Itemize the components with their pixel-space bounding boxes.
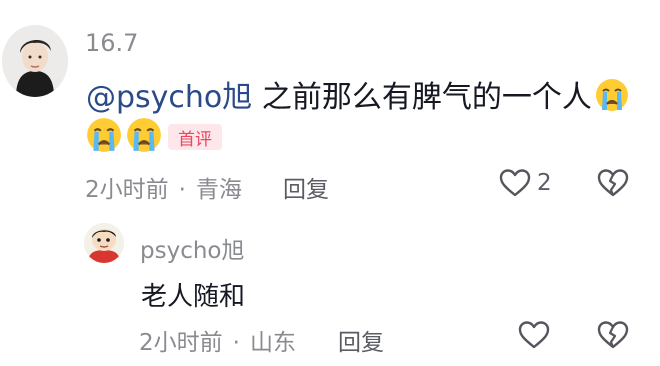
broken-heart-icon[interactable]: [597, 168, 629, 198]
meta-separator: ·: [178, 177, 186, 203]
meta-separator: ·: [232, 330, 240, 356]
comment-meta: 2小时前 · 青海: [85, 170, 242, 204]
crying-face-icon: [85, 116, 123, 154]
reply-avatar[interactable]: [84, 223, 124, 263]
crying-face-icon: [594, 77, 630, 113]
comment-time: 2小时前: [85, 177, 169, 203]
reply-avatar-image: [84, 223, 124, 263]
comment-username[interactable]: 16.7: [85, 29, 138, 57]
broken-heart-icon[interactable]: [597, 320, 629, 350]
avatar-image: [2, 25, 68, 97]
emoji-row: [85, 116, 163, 154]
reply-text: 老人随和: [141, 282, 246, 312]
reply-username[interactable]: psycho旭: [140, 231, 245, 265]
heart-icon[interactable]: [499, 168, 531, 198]
comment-location: 青海: [195, 177, 242, 203]
comment-text: @psycho旭 之前那么有脾气的一个人: [86, 72, 630, 116]
like-count: 2: [537, 170, 552, 196]
reply-time: 2小时前: [139, 330, 223, 356]
reply-button[interactable]: 回复: [338, 323, 384, 357]
crying-face-icon: [125, 116, 163, 154]
comment-body: 之前那么有脾气的一个人: [252, 80, 592, 115]
avatar[interactable]: [2, 25, 68, 97]
heart-icon[interactable]: [518, 320, 550, 350]
reply-location: 山东: [249, 330, 296, 356]
reply-button[interactable]: 回复: [283, 170, 329, 204]
first-comment-badge: 首评: [168, 124, 222, 150]
reply-meta: 2小时前 · 山东: [139, 323, 296, 357]
mention-link[interactable]: @psycho旭: [86, 80, 252, 115]
